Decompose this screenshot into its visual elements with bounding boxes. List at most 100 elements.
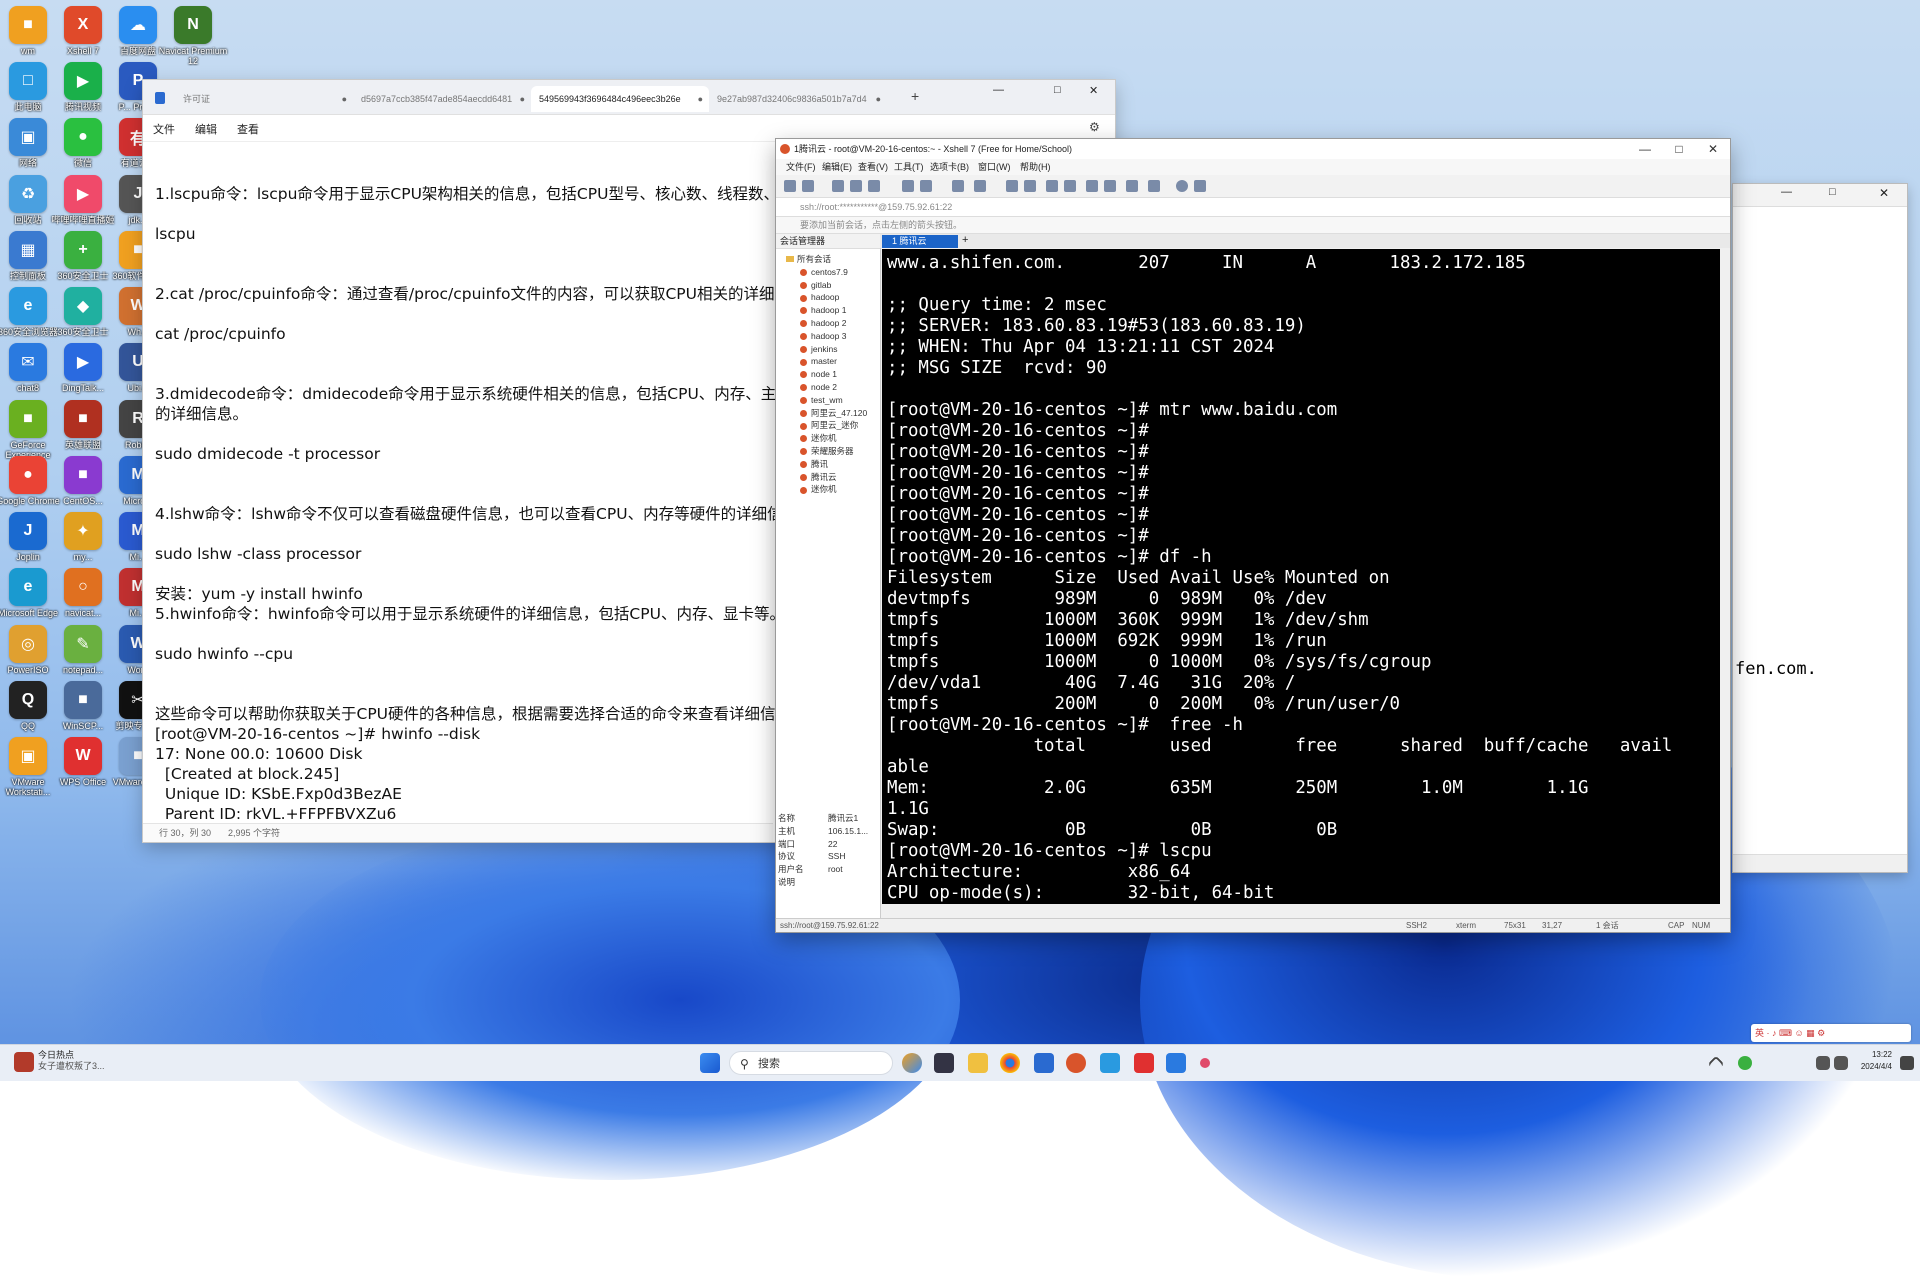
session-item[interactable]: jenkins — [786, 343, 880, 356]
tab-close-icon[interactable]: ● — [876, 86, 881, 112]
notepad-tab[interactable]: 9e27ab987d32406c9836a501b7a7d4 ● — [709, 86, 887, 112]
notepad-tab[interactable]: 许可证 ● — [175, 86, 353, 112]
menu-tools[interactable]: 工具(T) — [894, 159, 924, 175]
session-item[interactable]: 迷你机 — [786, 432, 880, 445]
volume-icon[interactable] — [1834, 1056, 1848, 1070]
taskbar-search[interactable]: ⚲ 搜索 — [729, 1051, 893, 1075]
session-item[interactable]: hadoop 2 — [786, 317, 880, 330]
tab-close-icon[interactable]: ● — [698, 86, 703, 112]
wps-taskbar-icon[interactable] — [1134, 1053, 1154, 1073]
paste-icon[interactable] — [868, 180, 880, 192]
chrome-icon[interactable] — [1000, 1053, 1020, 1073]
session-item[interactable]: 迷你机 — [786, 483, 880, 496]
open-icon[interactable] — [802, 180, 814, 192]
terminal-tab-active[interactable]: 1 腾讯云 — [882, 235, 958, 248]
copilot-icon[interactable] — [902, 1053, 922, 1073]
tab-close-icon[interactable]: ● — [342, 86, 347, 112]
chat-icon[interactable] — [1194, 180, 1206, 192]
maximize-icon[interactable]: □ — [1054, 84, 1061, 96]
maximize-icon[interactable]: □ — [1829, 186, 1836, 198]
clock[interactable]: 13:22 2024/4/4 — [1861, 1049, 1892, 1073]
session-item[interactable]: 腾讯云 — [786, 471, 880, 484]
session-item[interactable]: hadoop 3 — [786, 330, 880, 343]
help-icon[interactable] — [1176, 180, 1188, 192]
session-item[interactable]: node 1 — [786, 368, 880, 381]
xshell-taskbar-icon[interactable] — [1066, 1053, 1086, 1073]
session-item[interactable]: hadoop 1 — [786, 304, 880, 317]
background-window[interactable]: — □ ✕ fen.com. — [1733, 184, 1907, 872]
tree-root[interactable]: 所有会话 — [786, 253, 880, 266]
notepad-text-area[interactable]: 1.lscpu命令：lscpu命令用于显示CPU架构相关的信息，包括CPU型号、… — [155, 164, 785, 824]
new-session-icon[interactable] — [784, 180, 796, 192]
app-taskbar-icon[interactable] — [1100, 1053, 1120, 1073]
terminal-scrollbar[interactable] — [1720, 249, 1730, 904]
xshell-window[interactable]: 1腾讯云 - root@VM-20-16-centos:~ - Xshell 7… — [776, 139, 1730, 932]
menu-help[interactable]: 帮助(H) — [1020, 159, 1051, 175]
notepad-taskbar-icon[interactable] — [1034, 1053, 1054, 1073]
menu-view[interactable]: 查看(V) — [858, 159, 888, 175]
copy-icon[interactable] — [850, 180, 862, 192]
tile-icon[interactable] — [1148, 180, 1160, 192]
close-icon[interactable]: ✕ — [1089, 84, 1098, 97]
keyboard-icon[interactable] — [1086, 180, 1098, 192]
lock-icon[interactable] — [1064, 180, 1076, 192]
tab-close-icon[interactable]: ● — [520, 86, 525, 112]
menu-edit[interactable]: 编辑(E) — [822, 159, 852, 175]
ime-toolbar[interactable]: 英 · ♪ ⌨ ☺ ▦ ⚙ — [1751, 1024, 1911, 1042]
news-widget[interactable]: 今日热点 女子遭权叛了3... — [14, 1050, 124, 1076]
transfer-icon[interactable] — [1006, 180, 1018, 192]
link-icon[interactable] — [832, 180, 844, 192]
background-window-titlebar[interactable]: — □ ✕ — [1733, 184, 1907, 207]
session-item[interactable]: test_wm — [786, 394, 880, 407]
close-icon[interactable]: ✕ — [1696, 139, 1730, 159]
menu-file[interactable]: 文件(F) — [786, 159, 816, 175]
record-icon[interactable] — [1024, 180, 1036, 192]
menu-window[interactable]: 窗口(W) — [978, 159, 1011, 175]
session-item[interactable]: gitlab — [786, 279, 880, 292]
print-icon[interactable] — [920, 180, 932, 192]
compose-icon[interactable] — [1104, 180, 1116, 192]
status-cap: CAP — [1668, 921, 1685, 930]
xshell-address-bar[interactable]: ssh://root:***********@159.75.92.61:22 — [776, 198, 1730, 217]
new-tab-button[interactable]: + — [911, 88, 919, 104]
session-item[interactable]: 阿里云_47.120 — [786, 407, 880, 420]
globe-icon[interactable] — [952, 180, 964, 192]
search-icon[interactable] — [902, 180, 914, 192]
session-item[interactable]: hadoop — [786, 291, 880, 304]
settings-icon[interactable]: ⚙ — [1089, 120, 1100, 134]
network-icon[interactable] — [1816, 1056, 1830, 1070]
session-item[interactable]: centos7.9 — [786, 266, 880, 279]
session-item[interactable]: master — [786, 355, 880, 368]
session-item[interactable]: node 2 — [786, 381, 880, 394]
minimize-icon[interactable]: — — [1781, 186, 1792, 198]
menu-tabs[interactable]: 选项卡(B) — [930, 159, 969, 175]
menu-view[interactable]: 查看 — [237, 121, 259, 137]
maximize-icon[interactable]: □ — [1662, 139, 1696, 159]
font-icon[interactable] — [974, 180, 986, 192]
terminal-output[interactable]: www.a.shifen.com. 207 IN A 183.2.172.185… — [882, 249, 1720, 904]
fullscreen-icon[interactable] — [1046, 180, 1058, 192]
session-item[interactable]: 腾讯 — [786, 458, 880, 471]
close-icon[interactable]: ✕ — [1879, 186, 1889, 200]
file-explorer-icon[interactable] — [968, 1053, 988, 1073]
add-tab-button[interactable]: + — [962, 234, 968, 247]
text-line — [155, 364, 785, 384]
chat-taskbar-icon[interactable] — [1166, 1053, 1186, 1073]
menu-edit[interactable]: 编辑 — [195, 121, 217, 137]
xshell-titlebar[interactable]: 1腾讯云 - root@VM-20-16-centos:~ - Xshell 7… — [776, 139, 1730, 159]
minimize-icon[interactable]: — — [993, 84, 1004, 96]
terminal-line: Mem: 2.0G 635M 250M 1.0M 1.1G — [887, 778, 1589, 798]
session-item[interactable]: 阿里云_迷你 — [786, 419, 880, 432]
task-view-icon[interactable] — [934, 1053, 954, 1073]
session-item[interactable]: 荣耀服务器 — [786, 445, 880, 458]
notepad-tab[interactable]: d5697a7ccb385f47ade854aecdd6481 ● — [353, 86, 531, 112]
chevron-up-icon[interactable] — [1707, 1055, 1725, 1073]
start-icon[interactable] — [700, 1053, 720, 1073]
menu-file[interactable]: 文件 — [153, 121, 175, 137]
minimize-icon[interactable]: — — [1628, 139, 1662, 159]
layout-icon[interactable] — [1126, 180, 1138, 192]
notification-icon[interactable] — [1900, 1056, 1914, 1070]
recorder-taskbar-icon[interactable] — [1200, 1058, 1210, 1068]
notepad-tab-active[interactable]: 549569943f3696484c496eec3b26e ● — [531, 86, 709, 112]
tray-app-icon[interactable] — [1738, 1056, 1752, 1070]
